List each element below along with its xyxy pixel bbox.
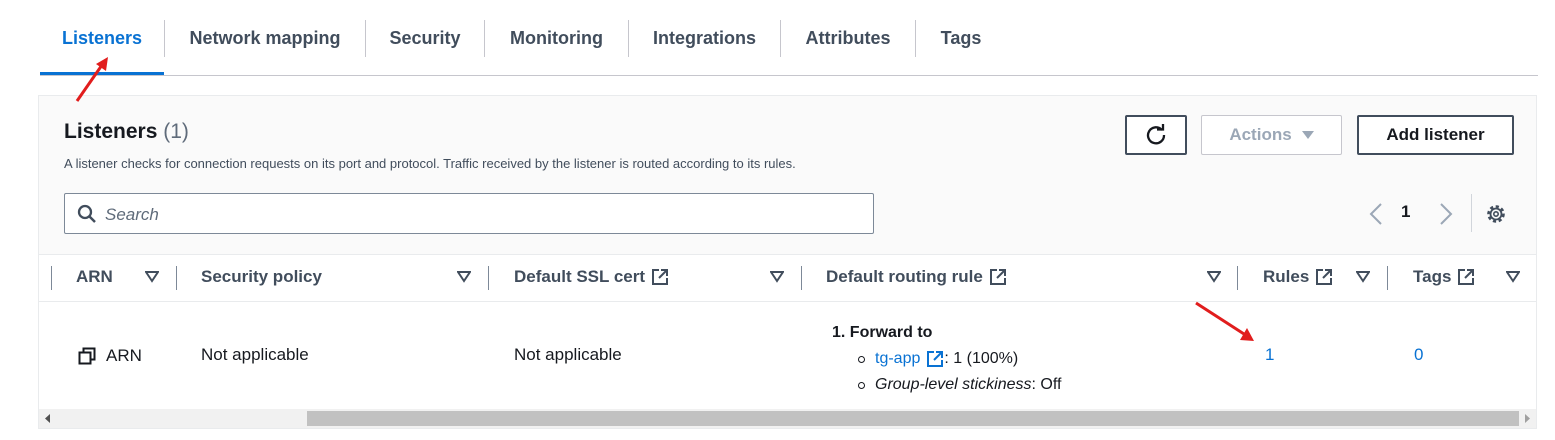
horizontal-scrollbar[interactable] bbox=[39, 409, 1536, 428]
active-tab-indicator bbox=[40, 72, 164, 75]
tab-integrations[interactable]: Integrations bbox=[629, 20, 780, 57]
refresh-button[interactable] bbox=[1125, 115, 1187, 155]
pagination-divider bbox=[1471, 194, 1472, 232]
security-policy-cell: Not applicable bbox=[201, 345, 309, 364]
column-header-default-ssl-cert[interactable]: Default SSL cert bbox=[514, 267, 669, 287]
search-input[interactable] bbox=[103, 202, 847, 227]
rules-count-link[interactable]: 1 bbox=[1265, 345, 1274, 365]
target-group-line: tg-app : 1 (100%) bbox=[858, 346, 1061, 372]
column-label: Tags bbox=[1413, 267, 1452, 286]
table-header: ARN Security policy Default SSL cert Def… bbox=[39, 254, 1536, 302]
column-label: Security policy bbox=[201, 267, 322, 286]
tab-attributes[interactable]: Attributes bbox=[781, 20, 915, 57]
stickiness-line: Group-level stickiness : Off bbox=[858, 372, 1061, 398]
caret-down-icon bbox=[1301, 131, 1314, 139]
actions-button[interactable]: Actions bbox=[1201, 115, 1342, 155]
external-link-icon bbox=[652, 269, 669, 285]
scroll-left-icon[interactable] bbox=[45, 414, 51, 423]
tab-security[interactable]: Security bbox=[366, 20, 484, 57]
add-listener-button[interactable]: Add listener bbox=[1357, 115, 1514, 155]
sort-icon[interactable] bbox=[770, 271, 784, 283]
listener-count: (1) bbox=[163, 120, 189, 143]
chevron-right-icon bbox=[1440, 203, 1453, 225]
tab-bar: Listeners Network mapping Security Monit… bbox=[40, 0, 1538, 76]
column-label: Rules bbox=[1263, 267, 1310, 286]
external-link-icon[interactable] bbox=[926, 350, 944, 368]
stickiness-label: Group-level stickiness bbox=[875, 376, 1032, 393]
column-header-security-policy[interactable]: Security policy bbox=[201, 267, 322, 287]
chevron-left-icon bbox=[1369, 203, 1382, 225]
arn-cell: ARN bbox=[78, 346, 142, 366]
preferences-button[interactable] bbox=[1485, 200, 1507, 228]
column-divider bbox=[488, 266, 489, 290]
column-header-default-routing-rule[interactable]: Default routing rule bbox=[826, 267, 1007, 287]
column-header-tags[interactable]: Tags bbox=[1413, 267, 1475, 287]
panel-title-text: Listeners bbox=[64, 120, 158, 143]
column-label: Default routing rule bbox=[826, 267, 983, 286]
tab-tags[interactable]: Tags bbox=[916, 20, 1006, 57]
target-group-link[interactable]: tg-app bbox=[875, 346, 920, 372]
tab-network-mapping[interactable]: Network mapping bbox=[165, 20, 365, 57]
target-weight: : 1 (100%) bbox=[944, 350, 1019, 367]
column-divider bbox=[801, 266, 802, 290]
external-link-icon bbox=[989, 269, 1006, 285]
scrollbar-thumb[interactable] bbox=[307, 411, 1519, 426]
bullet bbox=[858, 355, 865, 363]
current-page-number[interactable]: 1 bbox=[1401, 202, 1410, 222]
sort-icon[interactable] bbox=[145, 271, 159, 283]
external-link-icon bbox=[1316, 269, 1333, 285]
sort-icon[interactable] bbox=[1207, 271, 1221, 283]
column-divider bbox=[51, 266, 52, 290]
gear-icon bbox=[1487, 205, 1505, 223]
copy-icon[interactable] bbox=[78, 347, 96, 365]
refresh-icon bbox=[1146, 124, 1166, 145]
column-divider bbox=[1237, 266, 1238, 290]
column-label: Default SSL cert bbox=[514, 267, 646, 286]
routing-rule-cell: 1. Forward to tg-app : 1 (100%) Group-le… bbox=[832, 320, 1061, 398]
tab-listeners[interactable]: Listeners bbox=[40, 20, 164, 57]
stickiness-value: : Off bbox=[1031, 376, 1062, 393]
tab-monitoring[interactable]: Monitoring bbox=[485, 20, 628, 57]
actions-label: Actions bbox=[1229, 125, 1292, 144]
search-icon bbox=[77, 204, 96, 223]
previous-page-button[interactable] bbox=[1369, 200, 1383, 228]
arn-text: ARN bbox=[106, 346, 142, 365]
column-label: ARN bbox=[76, 267, 113, 286]
panel-title: Listeners (1) bbox=[64, 120, 189, 144]
column-header-rules[interactable]: Rules bbox=[1263, 267, 1333, 287]
column-divider bbox=[1387, 266, 1388, 290]
routing-action: 1. Forward to bbox=[832, 324, 933, 341]
sort-icon[interactable] bbox=[457, 271, 471, 283]
ssl-cert-cell: Not applicable bbox=[514, 345, 622, 364]
sort-icon[interactable] bbox=[1506, 271, 1520, 283]
scroll-right-icon[interactable] bbox=[1524, 414, 1530, 423]
table-row: ARN Not applicable Not applicable 1. For… bbox=[39, 302, 1536, 409]
column-divider bbox=[176, 266, 177, 290]
external-link-icon bbox=[1458, 269, 1475, 285]
next-page-button[interactable] bbox=[1439, 200, 1453, 228]
listeners-panel: Listeners (1) A listener checks for conn… bbox=[38, 95, 1537, 429]
sort-icon[interactable] bbox=[1356, 271, 1370, 283]
tags-count-link[interactable]: 0 bbox=[1414, 345, 1423, 365]
bullet bbox=[858, 381, 865, 389]
panel-description: A listener checks for connection request… bbox=[64, 156, 796, 171]
search-field[interactable] bbox=[64, 193, 874, 234]
column-header-arn[interactable]: ARN bbox=[76, 267, 113, 287]
